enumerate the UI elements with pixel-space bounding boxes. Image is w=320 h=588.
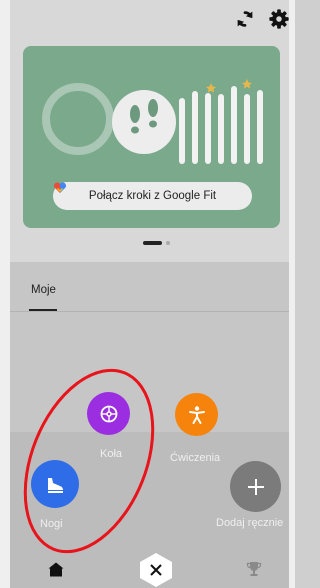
right-frame-edge — [289, 0, 295, 588]
tab-mine[interactable]: Moje — [31, 284, 56, 296]
close-icon[interactable] — [139, 552, 173, 588]
google-fit-heart-icon — [53, 182, 67, 193]
plus-icon — [247, 478, 264, 495]
google-fit-connect-label: Połącz kroki z Google Fit — [88, 190, 217, 202]
left-frame-edge — [0, 0, 10, 588]
home-icon[interactable] — [48, 562, 64, 577]
exercises-label: Ćwiczenia — [170, 452, 221, 464]
tabs-divider — [10, 311, 289, 312]
add-manually-button[interactable] — [230, 461, 281, 512]
shoe-icon — [48, 478, 63, 493]
sync-icon[interactable] — [234, 8, 256, 30]
goal-stars — [206, 79, 252, 93]
google-fit-connect-button[interactable]: Połącz kroki z Google Fit — [53, 182, 252, 210]
wheels-button[interactable] — [87, 392, 130, 435]
carousel-dot-active — [143, 241, 162, 245]
top-bar — [10, 0, 289, 40]
bottom-navigation — [10, 548, 289, 588]
carousel-indicator — [140, 240, 180, 246]
steps-badge — [112, 90, 176, 154]
wheels-label: Koła — [100, 448, 123, 460]
gear-icon[interactable] — [268, 8, 290, 30]
legs-button[interactable] — [31, 460, 79, 508]
progress-ring — [42, 83, 114, 155]
step-bars — [179, 86, 263, 164]
steps-card[interactable]: Połącz kroki z Google Fit — [23, 46, 280, 228]
legs-label: Nogi — [40, 518, 63, 530]
carousel-dot — [166, 241, 170, 245]
add-manually-label: Dodaj ręcznie — [216, 517, 284, 529]
trophy-icon[interactable] — [246, 561, 262, 577]
exercises-button[interactable] — [175, 393, 218, 436]
wheel-icon — [100, 405, 117, 422]
exercise-person-icon — [188, 405, 205, 424]
